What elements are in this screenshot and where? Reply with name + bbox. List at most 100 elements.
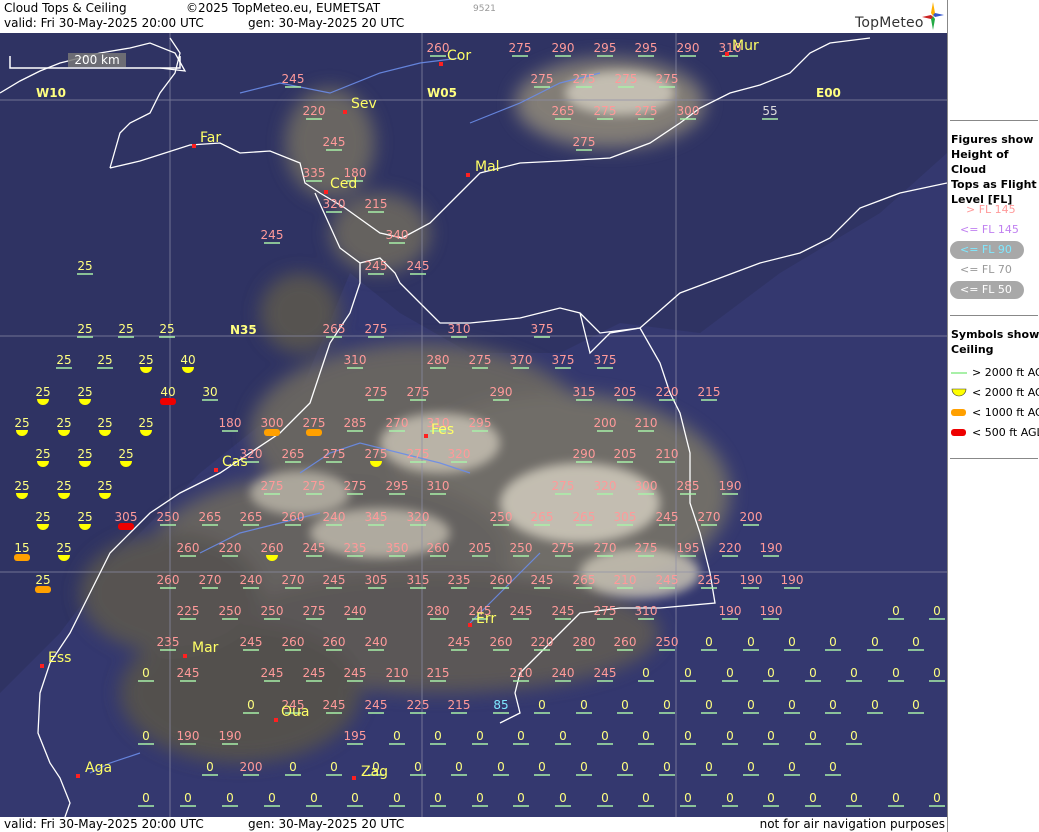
- cloud-top-value-label: 370: [510, 353, 533, 367]
- cloud-top-value-label: 30: [202, 385, 217, 399]
- cloud-top-value-label: 25: [118, 447, 133, 461]
- cloud-top-value-label: 0: [829, 698, 837, 712]
- cloud-top-value-label: 210: [656, 447, 679, 461]
- cloud-top-value-label: 250: [510, 541, 533, 555]
- cloud-top-value: 265: [323, 322, 345, 338]
- cloud-top-value: 260: [490, 573, 513, 589]
- city-dot: [725, 52, 729, 56]
- cloud-top-value-label: 340: [386, 228, 409, 242]
- cloud-top-value: 210: [510, 666, 532, 682]
- image-id-code: 9521: [473, 4, 496, 14]
- cloud-top-value-label: 0: [559, 791, 567, 805]
- cloud-top-value-label: 300: [677, 104, 700, 118]
- cloud-top-value-label: 25: [35, 510, 50, 524]
- cloud-top-value-label: 275: [573, 72, 596, 86]
- legend-figures-title: Figures show Height of Cloud Tops as Fli…: [951, 132, 1039, 207]
- legend-fl-above-145: > FL 145: [966, 203, 1016, 216]
- topmeteo-logo[interactable]: TopMeteo: [852, 2, 944, 32]
- cloud-top-value-label: 25: [56, 479, 71, 493]
- map-canvas[interactable]: 200 km W10 W05 E00 N35 260 275 290 295 295 29…: [0, 33, 947, 817]
- cloud-top-value-label: 275: [552, 541, 575, 555]
- cloud-top-value-label: 25: [35, 385, 50, 399]
- cloud-top-value: 275: [303, 604, 325, 620]
- cloud-top-value-label: 295: [635, 41, 658, 55]
- cloud-top-value: 25: [97, 353, 113, 369]
- cloud-top-value: 275: [656, 72, 679, 88]
- ceiling-lt-1000-symbol: [306, 429, 322, 436]
- cloud-top-value-label: 305: [365, 573, 388, 587]
- cloud-top-value-label: 195: [677, 541, 700, 555]
- cloud-top-value-label: 0: [809, 729, 817, 743]
- cloud-top-value-label: 245: [365, 698, 388, 712]
- cloud-top-value-label: 25: [56, 416, 71, 430]
- cloud-top-value: 205: [614, 447, 636, 463]
- cloud-top-value: 25: [77, 322, 93, 338]
- legend-divider: [950, 315, 1038, 316]
- cloud-top-value-label: 0: [434, 729, 442, 743]
- cloud-top-value-label: 25: [14, 479, 29, 493]
- cloud-top-value: 305: [365, 573, 388, 589]
- cloud-top-value-label: 0: [912, 635, 920, 649]
- cloud-top-value-label: 0: [142, 791, 150, 805]
- cloud-top-value-label: 0: [601, 791, 609, 805]
- cloud-top-value-label: 275: [656, 72, 679, 86]
- cloud-top-value-label: 250: [656, 635, 679, 649]
- cloud-top-value-label: 0: [850, 791, 858, 805]
- cloud-top-value: 375: [594, 353, 616, 369]
- cloud-top-value-label: 0: [538, 698, 546, 712]
- cloud-top-value-label: 275: [365, 385, 388, 399]
- cloud-tops-map[interactable]: 200 km W10 W05 E00 N35 260 275 290 295 295 29…: [0, 33, 947, 817]
- cloud-top-value: 245: [261, 228, 284, 244]
- cloud-top-value-label: 350: [386, 541, 409, 555]
- cloud-top-value-label: 275: [261, 479, 284, 493]
- legend-ceiling-label: < 500 ft AGL: [972, 426, 1039, 439]
- cloud-top-value-label: 260: [490, 573, 513, 587]
- cloud-top-value-label: 40: [180, 353, 195, 367]
- cloud-top-value: 210: [386, 666, 408, 682]
- cloud-top-value: 375: [552, 353, 574, 369]
- grid-label-e00: E00: [816, 86, 841, 100]
- compass-star-icon: [922, 2, 944, 30]
- footer-valid-time: valid: Fri 30-May-2025 20:00 UTC: [4, 817, 204, 831]
- cloud-top-value-label: 0: [663, 698, 671, 712]
- cloud-top-value-label: 0: [393, 791, 401, 805]
- cloud-top-value-label: 0: [788, 635, 796, 649]
- cloud-top-value: 275: [594, 104, 616, 120]
- cloud-top-value-label: 270: [199, 573, 222, 587]
- cloud-top-value-label: 0: [747, 635, 755, 649]
- cloud-top-value: 250: [656, 635, 679, 651]
- cloud-top-value: 40: [160, 385, 176, 405]
- cloud-top-value: 190: [781, 573, 803, 589]
- cloud-top-value-label: 245: [344, 666, 367, 680]
- cloud-top-value-label: 315: [407, 573, 430, 587]
- cloud-top-value-label: 0: [809, 666, 817, 680]
- cloud-top-value: 25: [35, 573, 51, 593]
- cloud-top-value: 265: [531, 510, 553, 526]
- cloud-top-value: 270: [282, 573, 304, 589]
- cloud-top-value-label: 305: [115, 510, 138, 524]
- cloud-top-value-label: 245: [594, 666, 617, 680]
- cloud-top-value-label: 240: [344, 604, 367, 618]
- grid-label-n35: N35: [230, 323, 257, 337]
- cloud-top-value-label: 275: [407, 385, 430, 399]
- cloud-top-value-label: 25: [97, 479, 112, 493]
- cloud-top-value: 295: [594, 41, 616, 57]
- city-label: Zag: [361, 764, 388, 780]
- cloud-top-value: 275: [594, 604, 616, 620]
- cloud-top-value-label: 0: [829, 760, 837, 774]
- cloud-top-value-label: 245: [261, 228, 284, 242]
- cloud-top-value: 280: [427, 353, 449, 369]
- cloud-top-value-label: 275: [635, 541, 658, 555]
- cloud-top-value-label: 25: [77, 385, 92, 399]
- cloud-top-value: 215: [448, 698, 470, 714]
- cloud-top-value: 240: [365, 635, 387, 651]
- cloud-top-value: 275: [469, 353, 491, 369]
- cloud-top-value: 195: [677, 541, 700, 557]
- legend-figures-line: Tops as Flight: [951, 178, 1037, 191]
- cloud-top-value: 215: [698, 385, 720, 401]
- cloud-top-value-label: 310: [427, 479, 450, 493]
- orange-bar-icon: [951, 409, 966, 416]
- cloud-top-value-label: 40: [160, 385, 175, 399]
- cloud-top-value: 220: [656, 385, 678, 401]
- cloud-top-value-label: 300: [261, 416, 284, 430]
